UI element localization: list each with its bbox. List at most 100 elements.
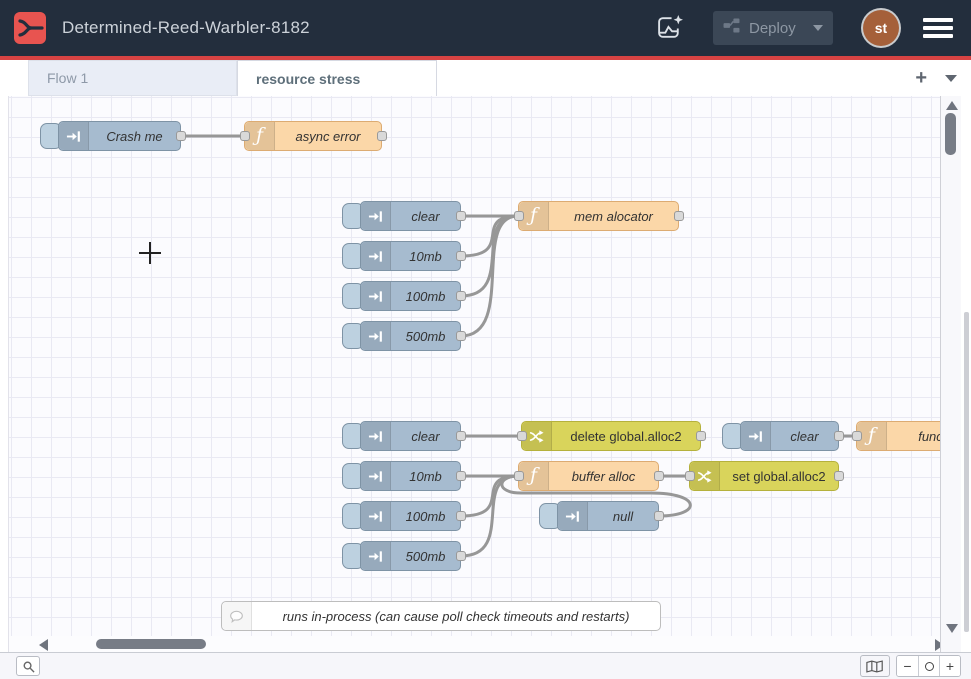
input-port[interactable]: [852, 431, 862, 441]
flow-canvas[interactable]: Crash me ƒasync error clear 10mb 100mb 500mb ƒ…: [8, 96, 941, 652]
node-label: buffer alloc: [549, 462, 658, 490]
input-port[interactable]: [514, 211, 524, 221]
inject-arrow-icon: [361, 502, 391, 530]
node-label: 500mb: [391, 542, 460, 570]
zoom-reset-circle-icon: [925, 662, 934, 671]
node-label: 10mb: [391, 242, 460, 270]
flow-node-clear-1[interactable]: clear: [360, 201, 461, 231]
output-port[interactable]: [834, 431, 844, 441]
zoom-in-button[interactable]: +: [939, 656, 960, 676]
output-port[interactable]: [654, 511, 664, 521]
scroll-left-icon[interactable]: [39, 639, 48, 651]
flow-node-comment-note[interactable]: runs in-process (can cause poll check ti…: [221, 601, 661, 631]
magnifier-icon: [22, 660, 35, 673]
output-port[interactable]: [834, 471, 844, 481]
node-label: null: [588, 502, 658, 530]
node-label: function: [887, 422, 941, 450]
output-port[interactable]: [456, 331, 466, 341]
output-port[interactable]: [456, 471, 466, 481]
flow-node-500mb-2[interactable]: 500mb: [360, 541, 461, 571]
scroll-up-icon[interactable]: [946, 101, 958, 110]
comment-bubble-icon: [222, 602, 252, 630]
flow-node-10mb-1[interactable]: 10mb: [360, 241, 461, 271]
flow-node-buffer-alloc[interactable]: ƒbuffer alloc: [518, 461, 659, 491]
flow-node-100mb-2[interactable]: 100mb: [360, 501, 461, 531]
output-port[interactable]: [696, 431, 706, 441]
inject-arrow-icon: [361, 422, 391, 450]
node-label: set global.alloc2: [720, 462, 838, 490]
flow-node-500mb-1[interactable]: 500mb: [360, 321, 461, 351]
search-button[interactable]: [16, 656, 40, 676]
node-label: Crash me: [89, 122, 180, 150]
flow-node-clear-2[interactable]: clear: [360, 421, 461, 451]
output-port[interactable]: [456, 251, 466, 261]
output-port[interactable]: [456, 291, 466, 301]
workspace-title: Determined-Reed-Warbler-8182: [62, 18, 310, 38]
output-port[interactable]: [456, 551, 466, 561]
vertical-scroll-thumb[interactable]: [945, 113, 956, 155]
node-label: runs in-process (can cause poll check ti…: [252, 602, 660, 630]
ai-assistant-icon[interactable]: [653, 11, 687, 45]
tab-resource-stress[interactable]: resource stress: [237, 60, 437, 96]
deploy-nodes-icon: [723, 18, 740, 38]
flow-node-crash-me[interactable]: Crash me: [58, 121, 181, 151]
scroll-down-icon[interactable]: [946, 624, 958, 633]
output-port[interactable]: [674, 211, 684, 221]
deploy-button[interactable]: Deploy: [713, 11, 833, 45]
output-port[interactable]: [456, 431, 466, 441]
flow-node-null-inject[interactable]: null: [557, 501, 659, 531]
sidebar-resize-grip[interactable]: [964, 312, 969, 632]
inject-arrow-icon: [361, 542, 391, 570]
flow-list-chevron-down-icon[interactable]: [945, 75, 957, 82]
flow-node-clear-3[interactable]: clear: [740, 421, 839, 451]
flow-node-delete-global-alloc2[interactable]: delete global.alloc2: [521, 421, 701, 451]
inject-arrow-icon: [59, 122, 89, 150]
input-port[interactable]: [514, 471, 524, 481]
user-avatar[interactable]: st: [863, 10, 899, 46]
output-port[interactable]: [176, 131, 186, 141]
vertical-scrollbar[interactable]: [941, 96, 961, 652]
flow-node-set-global-alloc2[interactable]: set global.alloc2: [689, 461, 839, 491]
add-flow-button[interactable]: +: [915, 68, 927, 88]
inject-arrow-icon: [361, 282, 391, 310]
flow-node-100mb-1[interactable]: 100mb: [360, 281, 461, 311]
node-label: 10mb: [391, 462, 460, 490]
flow-node-async-error[interactable]: ƒasync error: [244, 121, 382, 151]
node-label: 500mb: [391, 322, 460, 350]
tab-flow-1[interactable]: Flow 1: [28, 60, 237, 96]
output-port[interactable]: [456, 511, 466, 521]
zoom-reset-button[interactable]: [918, 656, 939, 676]
menu-icon[interactable]: [923, 14, 953, 42]
input-port[interactable]: [685, 471, 695, 481]
node-label: 100mb: [391, 502, 460, 530]
inject-arrow-icon: [741, 422, 771, 450]
zoom-out-button[interactable]: −: [897, 656, 918, 676]
inject-arrow-icon: [361, 462, 391, 490]
node-label: clear: [771, 422, 838, 450]
inject-arrow-icon: [361, 242, 391, 270]
output-port[interactable]: [377, 131, 387, 141]
deploy-chevron-down-icon[interactable]: [813, 25, 823, 31]
input-port[interactable]: [240, 131, 250, 141]
flow-node-mem-alocator[interactable]: ƒmem alocator: [518, 201, 679, 231]
node-label: 100mb: [391, 282, 460, 310]
flow-tabbar: Flow 1 resource stress +: [0, 60, 971, 96]
inject-arrow-icon: [361, 202, 391, 230]
output-port[interactable]: [456, 211, 466, 221]
nodes-layer: Crash me ƒasync error clear 10mb 100mb 500mb ƒ…: [9, 96, 941, 636]
horizontal-scrollbar[interactable]: [9, 636, 941, 652]
horizontal-scroll-thumb[interactable]: [96, 639, 206, 649]
navigator-toggle-button[interactable]: [860, 655, 890, 677]
footer-bar: − +: [0, 652, 971, 679]
header-bar: Determined-Reed-Warbler-8182 De: [0, 0, 971, 56]
flow-node-10mb-2[interactable]: 10mb: [360, 461, 461, 491]
input-port[interactable]: [517, 431, 527, 441]
node-label: async error: [275, 122, 381, 150]
app-logo-icon[interactable]: [14, 12, 46, 44]
output-port[interactable]: [654, 471, 664, 481]
inject-arrow-icon: [361, 322, 391, 350]
node-label: mem alocator: [549, 202, 678, 230]
navigator-map-icon: [866, 660, 884, 673]
flow-node-function-node[interactable]: ƒfunction: [856, 421, 941, 451]
inject-arrow-icon: [558, 502, 588, 530]
